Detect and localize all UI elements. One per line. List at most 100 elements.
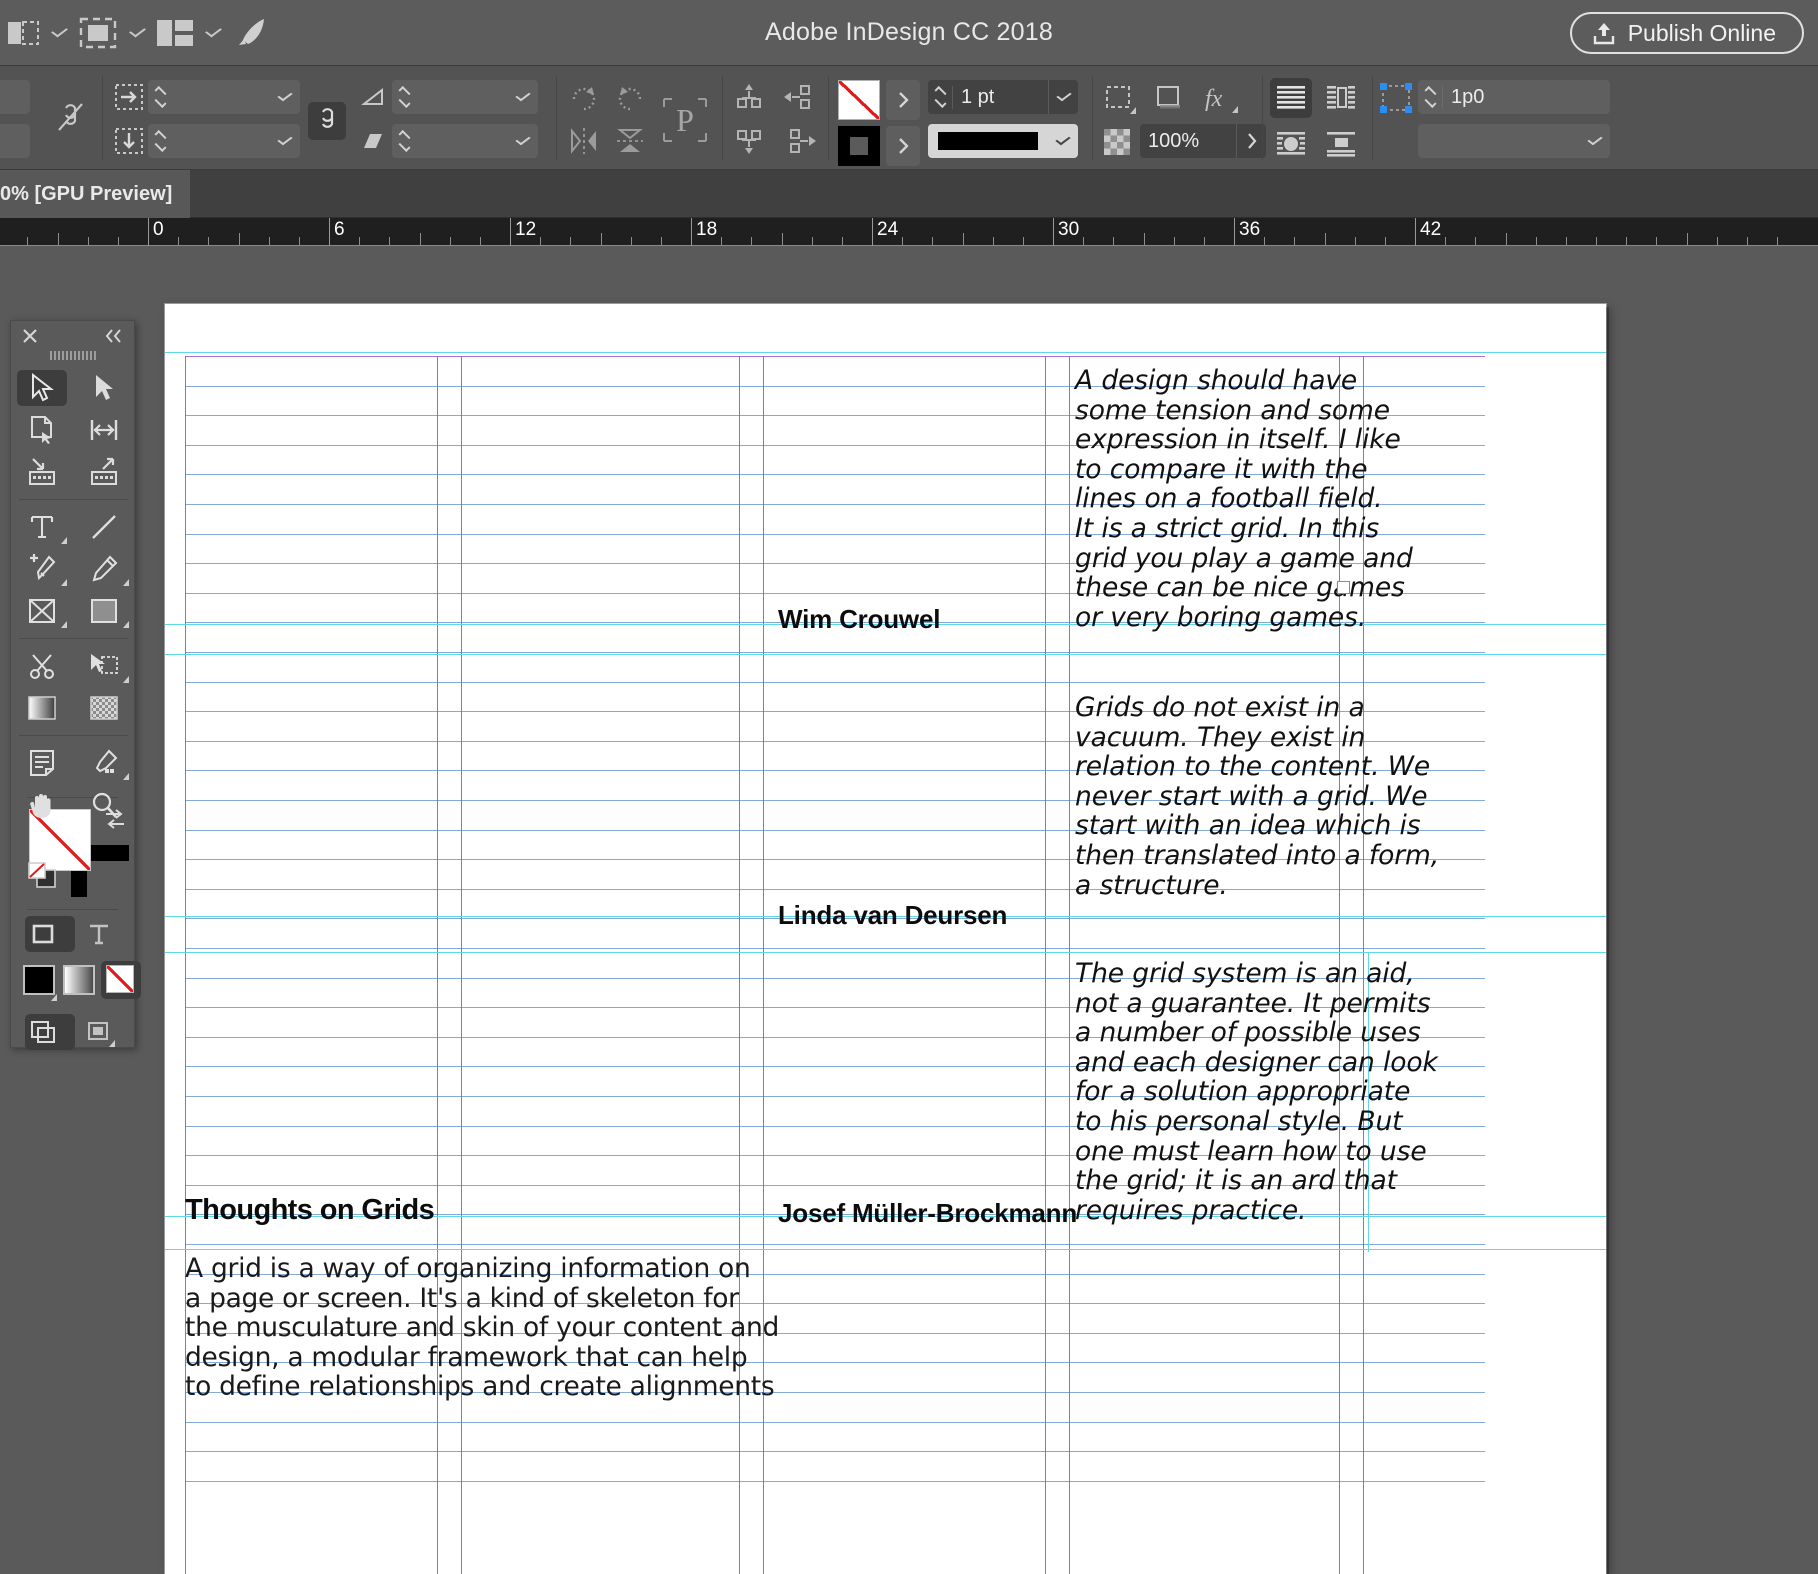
- format-affects-container-icon[interactable]: [19, 913, 75, 955]
- quote-author-3[interactable]: Josef Müller-Brockmann: [778, 1198, 1077, 1229]
- default-fill-stroke-icon[interactable]: [27, 861, 57, 889]
- fx-effects-icon[interactable]: fx: [1198, 80, 1240, 116]
- pen-tool[interactable]: [11, 548, 73, 590]
- rotation-stepper[interactable]: [392, 80, 416, 114]
- rotate-counterclockwise-icon[interactable]: [612, 80, 648, 114]
- horizontal-ruler[interactable]: 0 6 12 18 24 30 36 42: [0, 218, 1818, 246]
- text-wrap-none-icon[interactable]: [1270, 78, 1312, 118]
- tools-panel-grip[interactable]: [49, 351, 96, 360]
- rotation-angle-field[interactable]: [392, 80, 538, 114]
- note-tool[interactable]: [11, 742, 73, 784]
- stroke-weight-stepper[interactable]: [928, 80, 952, 114]
- content-placer-tool[interactable]: [73, 451, 135, 493]
- shear-chevron-down-icon[interactable]: [508, 124, 538, 158]
- eyedropper-tool[interactable]: [73, 742, 135, 784]
- fill-swatch[interactable]: [838, 80, 880, 120]
- document-tab[interactable]: 0% [GPU Preview]: [0, 170, 191, 218]
- transparency-grid-icon[interactable]: [1100, 124, 1134, 160]
- stroke-weight-field[interactable]: 1 pt: [928, 80, 1078, 114]
- paragraph-mark-icon[interactable]: P: [658, 92, 712, 148]
- frame-tool[interactable]: [11, 590, 73, 632]
- skew-parallelogram-icon[interactable]: [356, 124, 390, 158]
- text-wrap-bounding-box-icon[interactable]: [1320, 78, 1362, 118]
- quote-text-1[interactable]: A design should have some tension and som…: [1075, 366, 1413, 632]
- text-frame-handle[interactable]: [1337, 581, 1350, 594]
- gutter-stepper[interactable]: [1418, 80, 1442, 114]
- free-transform-tool[interactable]: [73, 645, 135, 687]
- corner-options-icon[interactable]: [1100, 80, 1138, 116]
- distribute-bottom-icon[interactable]: [730, 124, 768, 158]
- selection-tool[interactable]: [11, 367, 73, 409]
- y-position-field[interactable]: [0, 124, 30, 158]
- stroke-weight-chevron-down-icon[interactable]: [1048, 80, 1078, 114]
- column-count-field[interactable]: [1418, 124, 1610, 158]
- publish-online-button[interactable]: Publish Online: [1569, 12, 1804, 54]
- view-options-icon[interactable]: [72, 0, 124, 66]
- drop-shadow-icon[interactable]: [1150, 80, 1188, 116]
- arrange-documents-icon[interactable]: [150, 0, 200, 66]
- opacity-field[interactable]: 100%: [1140, 124, 1266, 158]
- quote-author-1[interactable]: Wim Crouwel: [778, 604, 940, 635]
- document-canvas[interactable]: A design should have some tension and som…: [0, 246, 1818, 1574]
- screen-mode-icon[interactable]: [0, 0, 46, 66]
- scissors-tool[interactable]: [11, 645, 73, 687]
- normal-view-mode-icon[interactable]: [19, 1011, 75, 1053]
- text-wrap-object-shape-icon[interactable]: [1270, 124, 1312, 164]
- rectangle-tool[interactable]: [73, 590, 135, 632]
- apply-color-icon[interactable]: [23, 965, 57, 1001]
- gap-tool[interactable]: [73, 409, 135, 451]
- indent-left-field[interactable]: [148, 80, 300, 114]
- chain-link-icon[interactable]: [308, 102, 346, 140]
- screen-mode-chevron-down-icon[interactable]: [46, 24, 72, 37]
- indent-left-stepper[interactable]: [148, 80, 172, 114]
- pencil-tool[interactable]: [73, 548, 135, 590]
- apply-gradient-icon[interactable]: [63, 965, 95, 995]
- content-collector-tool[interactable]: [11, 451, 73, 493]
- shear-stepper[interactable]: [392, 124, 416, 158]
- gradient-feather-tool[interactable]: [73, 687, 135, 729]
- arrange-documents-chevron-down-icon[interactable]: [200, 24, 226, 37]
- break-link-icon[interactable]: [52, 102, 88, 134]
- flip-vertical-icon[interactable]: [612, 124, 648, 158]
- fill-swatch-expand-button[interactable]: [886, 80, 920, 120]
- body-paragraph[interactable]: A grid is a way of organizing informatio…: [185, 1254, 779, 1402]
- indent-right-field[interactable]: [148, 124, 300, 158]
- type-tool[interactable]: [11, 506, 73, 548]
- collapse-double-chevron-icon[interactable]: [104, 328, 124, 349]
- view-options-chevron-down-icon[interactable]: [124, 24, 150, 37]
- indent-left-chevron-down-icon[interactable]: [270, 80, 300, 114]
- preview-view-mode-icon[interactable]: [75, 1011, 123, 1053]
- distribute-top-icon[interactable]: [730, 80, 768, 114]
- quote-text-3[interactable]: The grid system is an aid, not a guarante…: [1075, 959, 1438, 1225]
- indent-right-chevron-down-icon[interactable]: [270, 124, 300, 158]
- column-count-chevron-down-icon[interactable]: [1580, 124, 1610, 158]
- apply-none-icon[interactable]: [101, 961, 141, 999]
- close-x-icon[interactable]: [21, 327, 39, 350]
- rotation-chevron-down-icon[interactable]: [508, 80, 538, 114]
- direct-selection-tool[interactable]: [73, 367, 135, 409]
- format-affects-text-icon[interactable]: [75, 913, 123, 955]
- selection-reference-point-icon[interactable]: [1378, 80, 1414, 116]
- line-tool[interactable]: [73, 506, 135, 548]
- page-tool[interactable]: [11, 409, 73, 451]
- indent-down-arrow-icon[interactable]: [112, 124, 146, 158]
- indent-right-arrow-icon[interactable]: [112, 80, 146, 114]
- cc-libraries-rocket-icon[interactable]: [226, 0, 278, 66]
- x-position-field[interactable]: [0, 80, 30, 114]
- stroke-swatch[interactable]: [838, 126, 880, 166]
- gradient-swatch-tool[interactable]: [11, 687, 73, 729]
- shear-triangle-icon[interactable]: [356, 80, 390, 114]
- stroke-style-field[interactable]: [928, 124, 1078, 158]
- shear-angle-field[interactable]: [392, 124, 538, 158]
- rotate-clockwise-icon[interactable]: [566, 80, 602, 114]
- quote-author-2[interactable]: Linda van Deursen: [778, 900, 1007, 931]
- indent-right-stepper[interactable]: [148, 124, 172, 158]
- page-headline[interactable]: Thoughts on Grids: [185, 1194, 435, 1227]
- distribute-right-icon[interactable]: [780, 124, 820, 158]
- stroke-style-chevron-down-icon[interactable]: [1048, 124, 1078, 158]
- text-wrap-jump-object-icon[interactable]: [1320, 124, 1362, 164]
- quote-text-2[interactable]: Grids do not exist in a vacuum. They exis…: [1075, 693, 1439, 900]
- flip-horizontal-icon[interactable]: [566, 124, 602, 158]
- distribute-left-icon[interactable]: [780, 80, 820, 114]
- stroke-swatch-expand-button[interactable]: [886, 126, 920, 166]
